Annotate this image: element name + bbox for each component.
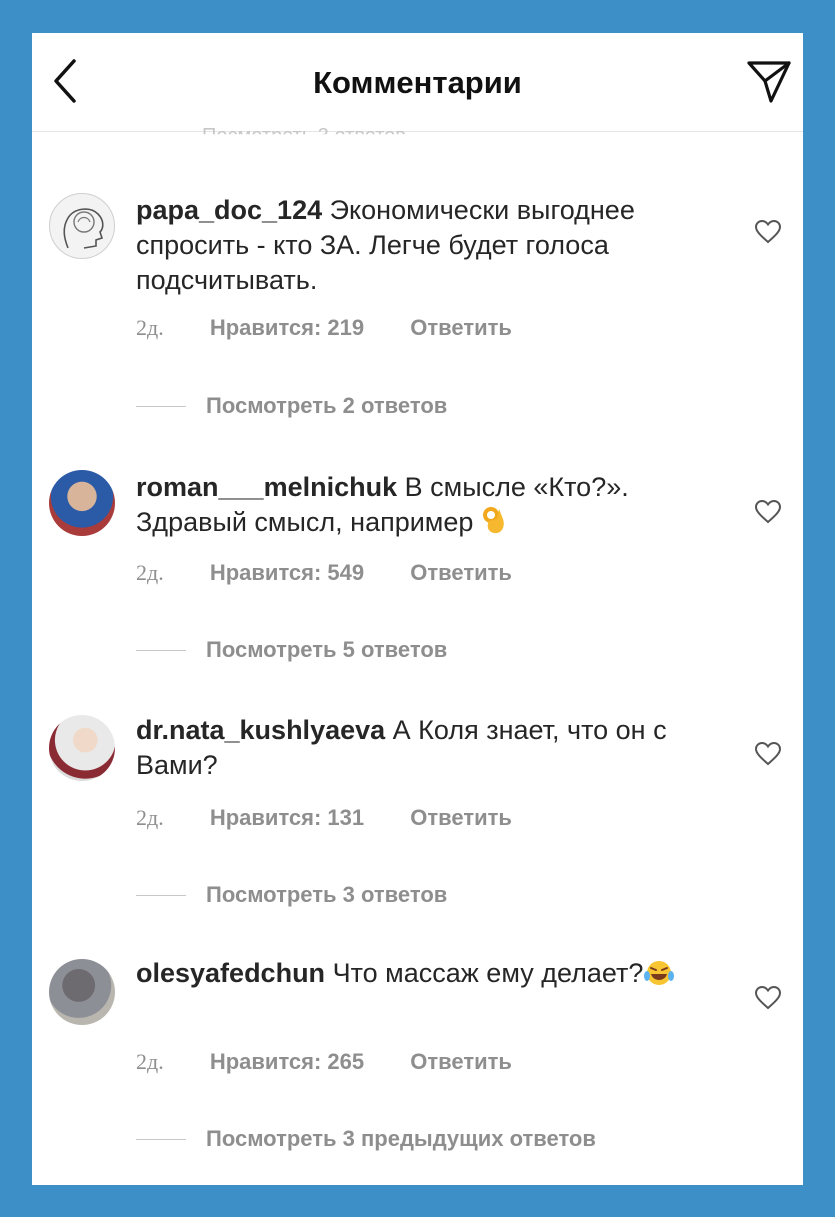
- likes-count[interactable]: Нравится: 219: [210, 315, 364, 340]
- header: Комментарии Посмотреть 3 ответов: [32, 33, 803, 134]
- comment-username[interactable]: dr.nata_kushlyaeva: [136, 715, 385, 745]
- divider-line: [136, 894, 186, 896]
- heart-icon[interactable]: [754, 741, 782, 767]
- comment-meta: 2д. Нравится: 265 Ответить: [136, 1049, 552, 1075]
- send-button[interactable]: [743, 55, 795, 107]
- send-icon: [747, 61, 791, 103]
- view-replies-link[interactable]: Посмотреть 3 ответов: [136, 882, 447, 908]
- comment-age: 2д.: [136, 805, 164, 830]
- reply-button[interactable]: Ответить: [410, 1049, 512, 1074]
- comment-meta: 2д. Нравится: 549 Ответить: [136, 560, 552, 586]
- comment-username[interactable]: papa_doc_124: [136, 195, 322, 225]
- view-replies-link[interactable]: Посмотреть 5 ответов: [136, 637, 447, 663]
- comment-text: olesyafedchun Что массаж ему делает?: [136, 956, 716, 991]
- view-replies-link[interactable]: Посмотреть 3 предыдущих ответов: [136, 1126, 596, 1152]
- comments-screen: Комментарии Посмотреть 3 ответов papa_do…: [32, 33, 803, 1185]
- heart-icon[interactable]: [754, 499, 782, 525]
- comment-text: roman___melnichuk В смысле «Кто?». Здрав…: [136, 470, 716, 540]
- likes-count[interactable]: Нравится: 549: [210, 560, 364, 585]
- divider-line: [136, 405, 186, 407]
- page-title: Комментарии: [313, 65, 522, 100]
- view-replies-label: Посмотреть 5 ответов: [206, 637, 448, 662]
- likes-count[interactable]: Нравится: 131: [210, 805, 364, 830]
- comment-meta: 2д. Нравится: 131 Ответить: [136, 805, 552, 831]
- divider-line: [136, 1138, 186, 1140]
- brain-head-icon: [63, 208, 104, 249]
- comment-body: Что массаж ему делает?: [332, 958, 644, 988]
- laughing-tears-emoji: [644, 961, 675, 985]
- avatar[interactable]: [49, 470, 115, 536]
- avatar[interactable]: [49, 715, 115, 781]
- view-replies-label: Посмотреть 2 ответов: [206, 393, 448, 418]
- comment-text: papa_doc_124 Экономически выгоднее спрос…: [136, 193, 716, 298]
- view-replies-partial[interactable]: Посмотреть 3 ответов: [202, 125, 406, 134]
- heart-icon[interactable]: [754, 219, 782, 245]
- comment-age: 2д.: [136, 560, 164, 585]
- comment-username[interactable]: roman___melnichuk: [136, 472, 397, 502]
- ok-hand-emoji: [482, 507, 504, 534]
- comment-age: 2д.: [136, 1049, 164, 1074]
- view-replies-label: Посмотреть 3 ответов: [206, 882, 448, 907]
- comment-username[interactable]: olesyafedchun: [136, 958, 325, 988]
- view-replies-label: Посмотреть 3 предыдущих ответов: [206, 1126, 596, 1151]
- reply-button[interactable]: Ответить: [410, 315, 512, 340]
- comment-text: dr.nata_kushlyaeva А Коля знает, что он …: [136, 713, 716, 783]
- avatar[interactable]: [49, 959, 115, 1025]
- comment-meta: 2д. Нравится: 219 Ответить: [136, 315, 552, 341]
- reply-button[interactable]: Ответить: [410, 560, 512, 585]
- heart-icon[interactable]: [754, 985, 782, 1011]
- reply-button[interactable]: Ответить: [410, 805, 512, 830]
- comment-age: 2д.: [136, 315, 164, 340]
- avatar[interactable]: [49, 193, 115, 259]
- likes-count[interactable]: Нравится: 265: [210, 1049, 364, 1074]
- divider-line: [136, 649, 186, 651]
- view-replies-link[interactable]: Посмотреть 2 ответов: [136, 393, 447, 419]
